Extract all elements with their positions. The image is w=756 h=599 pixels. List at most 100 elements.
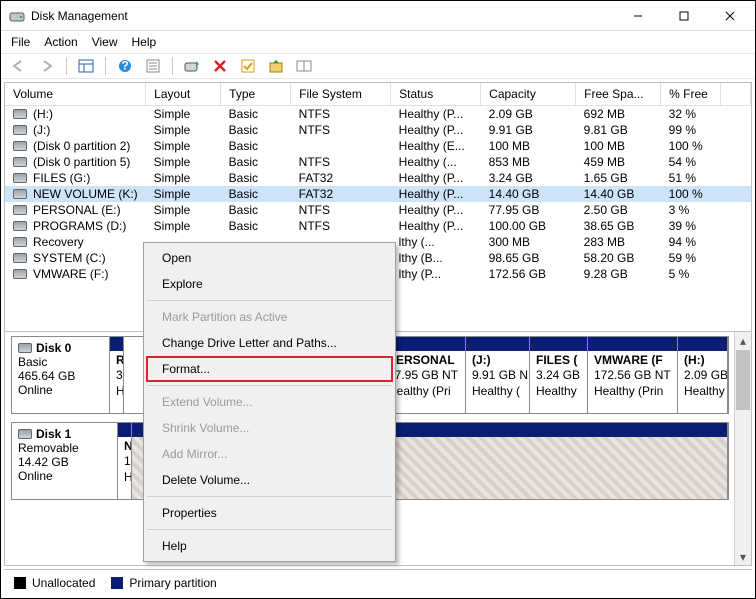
- legend: Unallocated Primary partition: [4, 569, 752, 595]
- table-row[interactable]: FILES (G:)SimpleBasicFAT32Healthy (P...3…: [5, 170, 751, 186]
- forward-button[interactable]: [35, 55, 59, 77]
- cm-mirror: Add Mirror...: [146, 441, 393, 467]
- volume-icon: [13, 125, 27, 135]
- cell: 99 %: [661, 122, 721, 138]
- cell: 459 MB: [576, 154, 661, 170]
- col-type[interactable]: Type: [221, 83, 291, 105]
- legend-unallocated: Unallocated: [14, 576, 95, 590]
- col-volume[interactable]: Volume: [5, 83, 146, 105]
- cell: 9.81 GB: [576, 122, 661, 138]
- col-spacer: [721, 83, 751, 105]
- view-mode-button[interactable]: [74, 55, 98, 77]
- cell: Simple: [146, 186, 221, 202]
- cell: Simple: [146, 105, 221, 122]
- table-row[interactable]: NEW VOLUME (K:)SimpleBasicFAT32Healthy (…: [5, 186, 751, 202]
- disk-meta: Disk 0 Basic 465.64 GB Online: [12, 337, 110, 413]
- volume-name: FILES (G:): [33, 171, 90, 185]
- partition[interactable]: VMWARE (F172.56 GB NTHealthy (Prin: [588, 337, 678, 413]
- partition[interactable]: (J:)9.91 GB NHealthy (: [466, 337, 530, 413]
- volume-name: PROGRAMS (D:): [33, 219, 126, 233]
- cm-properties[interactable]: Properties: [146, 500, 393, 526]
- menubar: File Action View Help: [1, 31, 755, 53]
- table-row[interactable]: PROGRAMS (D:)SimpleBasicNTFSHealthy (P..…: [5, 218, 751, 234]
- cell: [721, 105, 751, 122]
- table-row[interactable]: (Disk 0 partition 5)SimpleBasicNTFSHealt…: [5, 154, 751, 170]
- col-status[interactable]: Status: [391, 83, 481, 105]
- cm-format[interactable]: Format...: [146, 356, 393, 382]
- col-free[interactable]: Free Spa...: [576, 83, 661, 105]
- cell: 58.20 GB: [576, 250, 661, 266]
- part-title: VMWARE (F: [594, 353, 663, 367]
- part-line2: 3.24 GB: [536, 368, 580, 382]
- col-capacity[interactable]: Capacity: [481, 83, 576, 105]
- cell: Basic: [221, 105, 291, 122]
- table-row[interactable]: (H:)SimpleBasicNTFSHealthy (P...2.09 GB6…: [5, 105, 751, 122]
- minimize-button[interactable]: [615, 1, 661, 31]
- volume-icon: [13, 173, 27, 183]
- action-2-button[interactable]: [292, 55, 316, 77]
- cell: Simple: [146, 170, 221, 186]
- cell: 2.09 GB: [481, 105, 576, 122]
- cell: 9.91 GB: [481, 122, 576, 138]
- refresh-button[interactable]: [180, 55, 204, 77]
- cm-separator: [147, 385, 392, 386]
- scroll-down-icon[interactable]: ▾: [735, 548, 751, 565]
- cell: [721, 138, 751, 154]
- cell: Basic: [221, 154, 291, 170]
- cell: lthy (B...: [391, 250, 481, 266]
- part-line2: 2.09 GB: [684, 368, 727, 382]
- partition[interactable]: (H:)2.09 GBHealthy: [678, 337, 728, 413]
- volume-icon: [13, 189, 27, 199]
- maximize-button[interactable]: [661, 1, 707, 31]
- menu-view[interactable]: View: [92, 35, 118, 49]
- partition[interactable]: R30H: [110, 337, 124, 413]
- cell: 283 MB: [576, 234, 661, 250]
- cell: Basic: [221, 186, 291, 202]
- volume-name: PERSONAL (E:): [33, 203, 121, 217]
- menu-action[interactable]: Action: [44, 35, 77, 49]
- action-1-button[interactable]: [264, 55, 288, 77]
- cell: [721, 250, 751, 266]
- cell: 100 %: [661, 186, 721, 202]
- delete-button[interactable]: [208, 55, 232, 77]
- help-button[interactable]: ?: [113, 55, 137, 77]
- vertical-scrollbar[interactable]: ▴ ▾: [734, 332, 751, 565]
- cm-delete[interactable]: Delete Volume...: [146, 467, 393, 493]
- cell: Basic: [221, 122, 291, 138]
- back-button[interactable]: [7, 55, 31, 77]
- col-fs[interactable]: File System: [291, 83, 391, 105]
- partition[interactable]: N14H: [118, 423, 132, 499]
- volume-name: VMWARE (F:): [33, 267, 109, 281]
- table-row[interactable]: PERSONAL (E:)SimpleBasicNTFSHealthy (P..…: [5, 202, 751, 218]
- part-line3: Healthy (Pri: [388, 384, 451, 398]
- cell: 51 %: [661, 170, 721, 186]
- cell: 59 %: [661, 250, 721, 266]
- table-row[interactable]: (J:)SimpleBasicNTFSHealthy (P...9.91 GB9…: [5, 122, 751, 138]
- cm-change-letter[interactable]: Change Drive Letter and Paths...: [146, 330, 393, 356]
- table-row[interactable]: (Disk 0 partition 2)SimpleBasicHealthy (…: [5, 138, 751, 154]
- close-button[interactable]: [707, 1, 753, 31]
- part-line3: H: [124, 470, 131, 484]
- menu-file[interactable]: File: [11, 35, 30, 49]
- disk-state: Online: [18, 469, 111, 483]
- col-pct[interactable]: % Free: [661, 83, 721, 105]
- col-layout[interactable]: Layout: [146, 83, 221, 105]
- disk-type: Basic: [18, 355, 103, 369]
- partition[interactable]: FILES (3.24 GBHealthy: [530, 337, 588, 413]
- volume-icon: [13, 253, 27, 263]
- cell: NTFS: [291, 218, 391, 234]
- cell: Healthy (E...: [391, 138, 481, 154]
- cell: [721, 234, 751, 250]
- cm-open[interactable]: Open: [146, 245, 393, 271]
- scroll-up-icon[interactable]: ▴: [735, 332, 751, 349]
- cm-help[interactable]: Help: [146, 533, 393, 559]
- scroll-thumb[interactable]: [736, 350, 750, 410]
- check-button[interactable]: [236, 55, 260, 77]
- cell: 100 MB: [576, 138, 661, 154]
- toolbar: ?: [1, 53, 755, 79]
- cm-explore[interactable]: Explore: [146, 271, 393, 297]
- part-line2: 172.56 GB NT: [594, 368, 671, 382]
- properties-button[interactable]: [141, 55, 165, 77]
- menu-help[interactable]: Help: [132, 35, 157, 49]
- volume-name: (Disk 0 partition 2): [33, 139, 130, 153]
